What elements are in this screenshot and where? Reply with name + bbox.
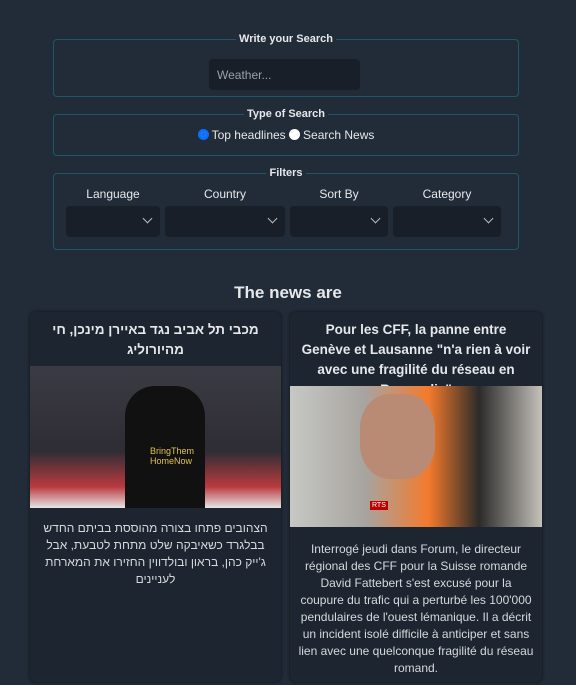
search-type-fieldset: Type of Search Top headlines Search News (53, 108, 519, 156)
category-select[interactable] (393, 206, 501, 237)
filters-fieldset: Filters Language Country Sort By Categor… (53, 167, 519, 250)
top-headlines-radio[interactable] (197, 129, 209, 140)
category-filter: Category (393, 187, 501, 237)
language-filter: Language (66, 187, 160, 237)
filters-legend: Filters (269, 167, 303, 179)
chevron-down-icon (267, 213, 278, 224)
news-card[interactable]: מכבי תל אביב נגד באיירן מינכן, חי מהיורו… (30, 312, 281, 682)
search-legend: Write your Search (239, 33, 333, 45)
search-news-radio[interactable] (289, 129, 301, 140)
news-description: הצהובים פתחו בצורה מהוססת בביתם החדש בבל… (43, 521, 268, 586)
person-face (360, 394, 435, 479)
rts-mic-label: RTS (370, 501, 388, 510)
search-news-label[interactable]: Search News (303, 128, 374, 142)
country-select[interactable] (165, 206, 285, 237)
language-label: Language (86, 187, 140, 201)
country-label: Country (203, 187, 247, 201)
sort-by-label: Sort By (319, 187, 359, 201)
chevron-down-icon (142, 213, 153, 224)
tshirt-text: BringThem HomeNow (150, 446, 195, 466)
news-image: RTS (290, 386, 542, 527)
search-type-legend: Type of Search (246, 108, 326, 120)
news-title[interactable]: מכבי תל אביב נגד באיירן מינכן, חי מהיורו… (30, 312, 281, 360)
news-heading: The news are (234, 283, 342, 302)
news-card[interactable]: Pour les CFF, la panne entre Genève et L… (290, 312, 542, 682)
news-image: BringThem HomeNow (30, 366, 281, 508)
category-label: Category (422, 187, 472, 201)
chevron-down-icon (370, 213, 381, 224)
search-input[interactable] (209, 59, 360, 90)
language-select[interactable] (66, 206, 160, 237)
news-description: Interrogé jeudi dans Forum, le directeur… (298, 542, 534, 675)
country-filter: Country (165, 187, 285, 237)
chevron-down-icon (483, 213, 494, 224)
sort-by-select[interactable] (290, 206, 388, 237)
sort-by-filter: Sort By (290, 187, 388, 237)
search-fieldset: Write your Search (53, 33, 519, 97)
top-headlines-label[interactable]: Top headlines (212, 128, 286, 142)
